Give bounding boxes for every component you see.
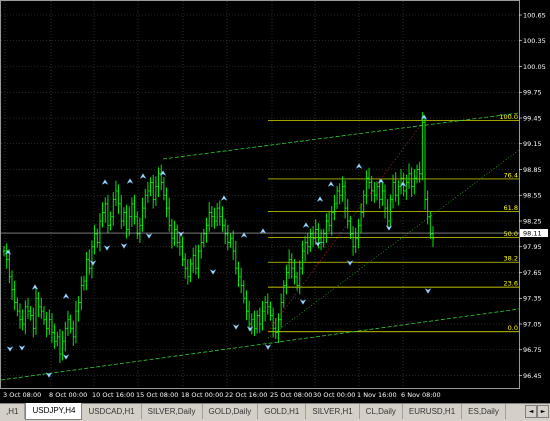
price-scale-label: 96.45 — [523, 372, 542, 380]
fractal-down-arrow-icon — [89, 260, 97, 266]
price-scale-label: 97.05 — [523, 320, 542, 328]
fib-level-label: 61.8 — [504, 204, 518, 212]
chart-tab[interactable]: EURUSD,H1 — [403, 404, 463, 419]
fractal-up-arrow-icon — [4, 249, 12, 255]
time-axis-label: 8 Oct 00:00 — [49, 391, 87, 399]
fib-level-label: 50.0 — [504, 230, 518, 238]
price-scale-label: 97.35 — [523, 295, 542, 303]
fractal-up-arrow-icon — [139, 173, 147, 179]
price-scale-label: 97.95 — [523, 243, 542, 251]
fib-level-label: 38.2 — [504, 255, 518, 263]
tab-scroll-controls: ◄ ► — [525, 405, 549, 418]
channel-mid-line — [267, 149, 520, 339]
chart-tab[interactable]: SILVER,H1 — [306, 404, 360, 419]
fib-trendline — [267, 120, 425, 332]
price-scale-label: 100.35 — [523, 37, 546, 45]
fractal-down-arrow-icon — [209, 269, 217, 275]
price-scale-label: 99.45 — [523, 114, 542, 122]
scroll-left-icon[interactable]: ◄ — [525, 405, 537, 418]
fractal-up-arrow-icon — [302, 222, 310, 228]
fractal-up-arrow-icon — [31, 284, 39, 290]
fractal-down-arrow-icon — [264, 344, 272, 350]
chart-tab[interactable]: GOLD,Daily — [203, 404, 259, 419]
time-axis-label: 18 Oct 00:00 — [181, 391, 223, 399]
fractal-down-arrow-icon — [346, 260, 354, 266]
price-scale-label: 99.75 — [523, 89, 542, 97]
channel-upper-line[interactable] — [162, 112, 520, 160]
chart-tab-active[interactable]: USDJPY,H4 — [25, 403, 83, 420]
fractal-down-arrow-icon — [424, 288, 432, 294]
time-axis-label: 6 Nov 08:00 — [401, 391, 441, 399]
price-scale-label: 96.75 — [523, 346, 542, 354]
fractal-down-arrow-icon — [62, 354, 70, 360]
time-axis-label: 3 Oct 08:00 — [3, 391, 41, 399]
fractal-up-arrow-icon — [126, 178, 134, 184]
chart-tab[interactable]: GOLD,H1 — [258, 404, 307, 419]
chart-tab[interactable]: SILVER,Daily — [142, 404, 203, 419]
fractal-up-arrow-icon — [316, 196, 324, 202]
price-scale-label: 100.05 — [523, 63, 546, 71]
price-scale-label: 98.85 — [523, 166, 542, 174]
trading-terminal: 100.0 76.4 61.8 50.0 38.2 23.6 0.0 100.65 100.3… — [0, 0, 550, 421]
fractal-down-arrow-icon — [145, 233, 153, 239]
price-scale-label: 99.15 — [523, 140, 542, 148]
fib-level-label: 23.6 — [504, 280, 518, 288]
time-axis-label: 15 Oct 08:00 — [136, 391, 178, 399]
time-axis-label: 22 Oct 16:00 — [225, 391, 267, 399]
price-scale-label: 97.65 — [523, 269, 542, 277]
time-axis-label: 30 Oct 00:00 — [313, 391, 355, 399]
chart-tab-bar: ,H1 USDJPY,H4 USDCAD,H1 SILVER,Daily GOL… — [0, 403, 550, 421]
fractal-down-arrow-icon — [299, 299, 307, 305]
fractal-up-arrow-icon — [327, 181, 335, 187]
fractal-down-arrow-icon — [120, 243, 128, 249]
current-price-label: 98.11 — [523, 229, 542, 237]
price-scale-label: 98.55 — [523, 192, 542, 200]
price-chart[interactable]: 100.0 76.4 61.8 50.0 38.2 23.6 0.0 100.65 100.3… — [0, 0, 550, 403]
chart-tab[interactable]: CL,Daily — [360, 404, 403, 419]
chart-canvas[interactable]: 100.076.461.850.038.223.60.0 100.65100.3… — [0, 0, 550, 403]
fibonacci-retracement[interactable]: 100.076.461.850.038.223.60.0 — [267, 113, 519, 332]
fractal-up-arrow-icon — [101, 179, 109, 185]
fractal-down-arrow-icon — [103, 245, 111, 251]
fractal-markers — [4, 114, 432, 378]
chart-tab[interactable]: ES,Daily — [462, 404, 506, 419]
fractal-down-arrow-icon — [385, 225, 393, 231]
fractal-up-arrow-icon — [220, 195, 228, 201]
fib-level-label: 76.4 — [504, 171, 518, 179]
chart-tab[interactable]: ,H1 — [0, 404, 26, 419]
price-scale-label: 100.65 — [523, 11, 546, 19]
time-axis-label: 25 Oct 08:00 — [270, 391, 312, 399]
fractal-up-arrow-icon — [355, 163, 363, 169]
time-axis-label: 1 Nov 16:00 — [357, 391, 397, 399]
chart-tab[interactable]: USDCAD,H1 — [82, 404, 142, 419]
scroll-right-icon[interactable]: ► — [537, 405, 549, 418]
fractal-down-arrow-icon — [232, 324, 240, 330]
fractal-up-arrow-icon — [62, 293, 70, 299]
price-scale-label: 98.25 — [523, 217, 542, 225]
fib-level-label: 0.0 — [508, 324, 518, 332]
time-axis: 3 Oct 08:00 8 Oct 00:00 10 Oct 16:00 15 Oct… — [3, 391, 441, 399]
time-axis-label: 10 Oct 16:00 — [92, 391, 134, 399]
fractal-down-arrow-icon — [6, 346, 14, 352]
